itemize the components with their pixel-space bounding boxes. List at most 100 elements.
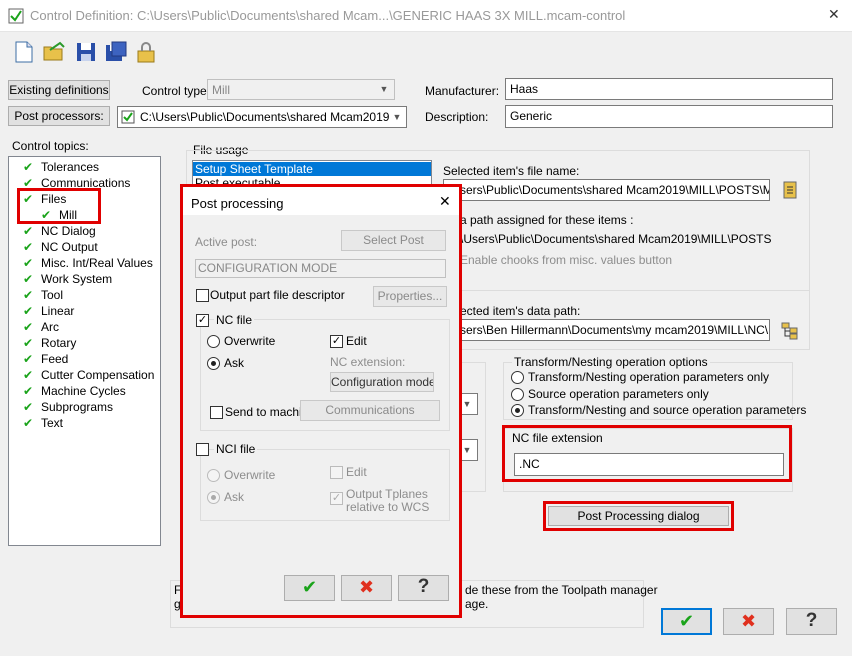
tree-item[interactable]: ✔ Machine Cycles [23, 383, 126, 399]
save-as-icon[interactable] [104, 40, 128, 64]
ok-button[interactable]: ✔ [661, 608, 712, 635]
nci-file-checkbox[interactable] [196, 443, 209, 456]
check-icon: ✔ [23, 320, 34, 334]
nc-extension-field[interactable]: .NC [514, 453, 784, 476]
chevron-down-icon: ▼ [379, 84, 389, 94]
files-highlight-box [17, 188, 101, 224]
tree-item[interactable]: ✔ Text [23, 415, 63, 431]
tree-item-label: Subprograms [41, 400, 114, 414]
description-field[interactable]: Generic [505, 105, 833, 128]
transform-option-radio-1[interactable] [511, 371, 524, 384]
dialog-cancel-button[interactable]: ✖ [341, 575, 392, 601]
help-button[interactable]: ? [786, 608, 837, 635]
nc-extension-label: NC file extension [512, 431, 603, 445]
send-to-machine-checkbox[interactable] [210, 406, 223, 419]
tree-item[interactable]: ✔ Linear [23, 303, 74, 319]
nc-ask-label: Ask [224, 356, 245, 370]
save-icon[interactable] [74, 40, 98, 64]
check-icon: ✔ [23, 352, 34, 366]
open-folder-icon[interactable] [42, 40, 66, 64]
window-title: Control Definition: C:\Users\Public\Docu… [30, 8, 626, 23]
check-icon: ✔ [23, 336, 34, 350]
browse-folder-icon[interactable] [780, 320, 800, 340]
info-text-line-2: age. [465, 597, 489, 611]
new-file-icon[interactable] [12, 40, 36, 64]
post-processors-button[interactable]: Post processors: [8, 106, 110, 126]
output-tplanes-label-1: Output Tplanes [346, 487, 428, 501]
output-tplanes-label-2: relative to WCS [346, 500, 430, 514]
tree-item-label: Tool [41, 288, 64, 302]
tree-item[interactable]: ✔ Feed [23, 351, 68, 367]
tree-item[interactable]: ✔ Work System [23, 271, 112, 287]
tree-item[interactable]: ✔ NC Output [23, 239, 98, 255]
nc-edit-checkbox[interactable]: ✓ [330, 335, 343, 348]
nci-edit-label: Edit [346, 465, 367, 479]
tree-item[interactable]: ✔ Arc [23, 319, 59, 335]
nc-ask-radio[interactable] [207, 357, 220, 370]
window-close-button[interactable]: ✕ [828, 6, 840, 23]
nc-edit-label: Edit [346, 334, 367, 348]
tree-item-label: Tolerances [41, 160, 100, 174]
transform-option-radio-3[interactable] [511, 404, 524, 417]
manufacturer-label: Manufacturer: [425, 84, 500, 98]
nc-overwrite-label: Overwrite [224, 334, 276, 348]
output-tplanes-checkbox[interactable]: ✓ [330, 492, 343, 505]
tree-item[interactable]: ✔ Cutter Compensation [23, 367, 154, 383]
check-icon: ✔ [23, 416, 34, 430]
check-icon: ✔ [23, 160, 34, 174]
check-icon: ✔ [23, 288, 34, 302]
dialog-title: Post processing [191, 196, 284, 211]
post-file-icon [121, 110, 135, 124]
check-icon: ✔ [23, 400, 34, 414]
dialog-close-button[interactable]: ✕ [439, 193, 451, 210]
nc-overwrite-radio[interactable] [207, 335, 220, 348]
configuration-mode-button[interactable]: Configuration mode [330, 372, 434, 392]
tree-item-label: NC Output [41, 240, 98, 254]
tree-item[interactable]: ✔ Tolerances [23, 159, 99, 175]
configuration-mode-field[interactable]: CONFIGURATION MODE [195, 259, 446, 278]
check-icon: ✔ [23, 304, 34, 318]
nci-ask-label: Ask [224, 490, 245, 504]
nci-edit-checkbox[interactable] [330, 466, 343, 479]
tree-item-label: Machine Cycles [41, 384, 126, 398]
post-processing-dialog-button[interactable]: Post Processing dialog [548, 506, 729, 526]
selected-data-path-label: ected item's data path: [460, 304, 581, 318]
output-descriptor-checkbox[interactable] [196, 289, 209, 302]
tree-item-label: Rotary [41, 336, 77, 350]
control-topics-label: Control topics: [12, 139, 89, 153]
cancel-button[interactable]: ✖ [723, 608, 774, 635]
list-item[interactable]: Setup Sheet Template [193, 162, 431, 176]
tree-item[interactable]: ✔ NC Dialog [23, 223, 96, 239]
post-processor-path-select[interactable]: C:\Users\Public\Documents\shared Mcam201… [117, 106, 407, 128]
selected-data-path-field[interactable]: \Users\Ben Hillermann\Documents\my mcam2… [443, 319, 770, 341]
properties-button[interactable]: Properties... [373, 286, 447, 307]
dialog-ok-button[interactable]: ✔ [284, 575, 335, 601]
select-post-button[interactable]: Select Post [341, 230, 446, 251]
communications-button[interactable]: Communications [300, 400, 440, 421]
selected-file-name-field[interactable]: \Users\Public\Documents\shared Mcam2019\… [443, 179, 770, 201]
tree-item[interactable]: ✔ Rotary [23, 335, 76, 351]
active-post-label: Active post: [195, 235, 258, 249]
post-processor-path-value: C:\Users\Public\Documents\shared Mcam201… [140, 110, 407, 124]
nci-overwrite-radio[interactable] [207, 469, 220, 482]
tree-item[interactable]: ✔ Misc. Int/Real Values [23, 255, 153, 271]
nci-ask-radio[interactable] [207, 491, 220, 504]
control-type-select[interactable]: Mill ▼ [207, 79, 395, 100]
nc-file-label: NC file [214, 313, 255, 327]
tree-item-label: Misc. Int/Real Values [41, 256, 153, 270]
tree-item-label: Text [41, 416, 64, 430]
dialog-help-button[interactable]: ? [398, 575, 449, 601]
transform-option-radio-2[interactable] [511, 388, 524, 401]
nc-file-checkbox[interactable]: ✓ [196, 314, 209, 327]
output-descriptor-label: Output part file descriptor [210, 288, 345, 302]
app-icon [8, 8, 24, 24]
transform-option-label-3: Transform/Nesting and source operation p… [528, 403, 807, 417]
tree-item[interactable]: ✔ Subprograms [23, 399, 113, 415]
toolbar [12, 38, 162, 66]
tree-item[interactable]: ✔ Tool [23, 287, 63, 303]
existing-definitions-button[interactable]: Existing definitions [8, 80, 110, 100]
browse-file-icon[interactable] [780, 180, 800, 200]
manufacturer-field[interactable]: Haas [505, 78, 833, 100]
lock-icon[interactable] [134, 40, 158, 64]
control-type-value: Mill [212, 83, 230, 97]
